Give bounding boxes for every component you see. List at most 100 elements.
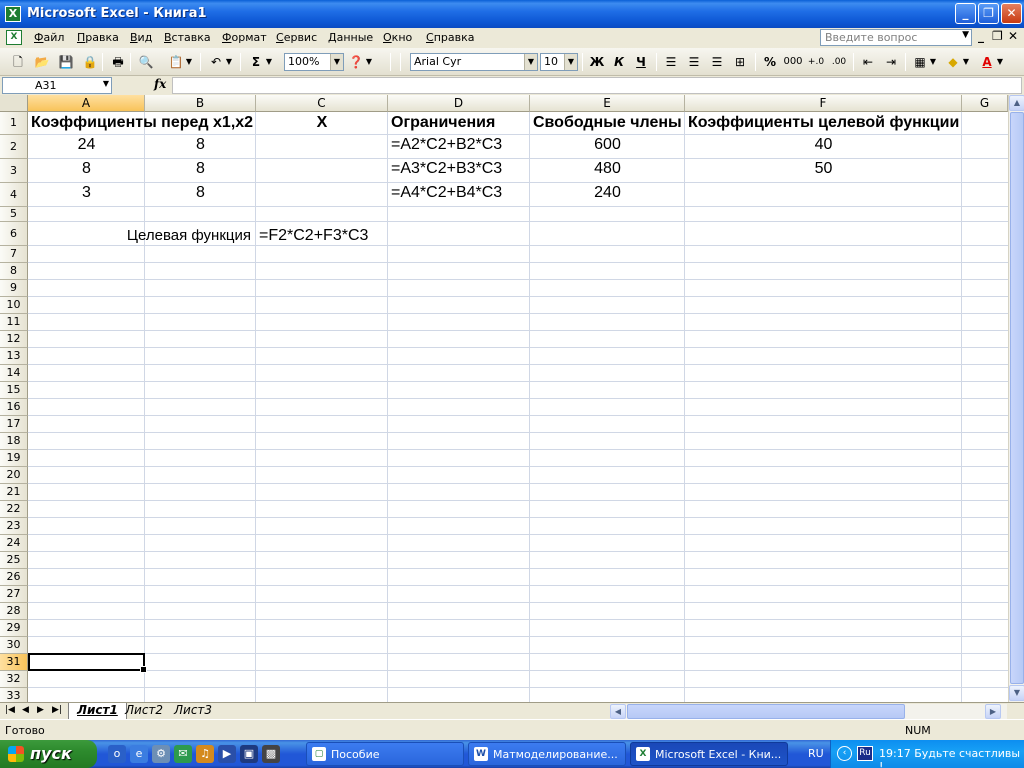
save-icon[interactable]: 💾 — [56, 52, 76, 72]
active-cell-selection[interactable] — [28, 653, 147, 673]
menu-file[interactable]: Файл — [34, 31, 64, 44]
outlook-icon[interactable]: o — [108, 745, 126, 763]
menu-data[interactable]: Данные — [328, 31, 373, 44]
task-posobie[interactable]: ▢ Пособие — [306, 742, 464, 766]
cell-b3[interactable]: 8 — [145, 159, 256, 179]
sheet-tab-2[interactable]: Лист2 — [117, 703, 171, 719]
cell-a3[interactable]: 8 — [28, 159, 145, 179]
row-header-23[interactable]: 23 — [0, 518, 28, 535]
row-header-6[interactable]: 6 — [0, 222, 28, 246]
sheet-tab-3[interactable]: Лист3 — [166, 703, 220, 719]
scroll-down-icon[interactable]: ▼ — [1009, 685, 1024, 701]
help-icon[interactable]: ❓ — [346, 52, 366, 72]
row-header-21[interactable]: 21 — [0, 484, 28, 501]
row-header-22[interactable]: 22 — [0, 501, 28, 518]
row-header-18[interactable]: 18 — [0, 433, 28, 450]
scroll-left-icon[interactable]: ◀ — [610, 704, 626, 719]
scroll-right-icon[interactable]: ▶ — [985, 704, 1001, 719]
font-size-select[interactable]: 10 ▼ — [540, 53, 578, 71]
name-box[interactable]: A31 ▼ — [2, 77, 112, 94]
menu-view[interactable]: Вид — [130, 31, 152, 44]
decrease-indent-icon[interactable]: ⇤ — [858, 52, 878, 72]
row-header-2[interactable]: 2 — [0, 135, 28, 159]
language-indicator[interactable]: RU — [808, 747, 824, 760]
row-header-9[interactable]: 9 — [0, 280, 28, 297]
chevron-down-icon[interactable]: ▼ — [264, 52, 274, 72]
row-header-26[interactable]: 26 — [0, 569, 28, 586]
chevron-down-icon[interactable]: ▼ — [961, 52, 971, 72]
comma-style-button[interactable]: 000 — [783, 52, 803, 72]
print-icon[interactable]: 🖶 — [108, 52, 128, 72]
messenger-icon[interactable]: ✉ — [174, 745, 192, 763]
decrease-decimal-icon[interactable]: .00 — [829, 52, 849, 72]
vertical-scrollbar[interactable]: ▲ ▼ — [1008, 95, 1024, 702]
cell-e1[interactable]: Свободные члены — [533, 113, 682, 133]
row-header-11[interactable]: 11 — [0, 314, 28, 331]
minimize-button[interactable]: _ — [955, 3, 976, 24]
menu-insert[interactable]: Вставка — [164, 31, 211, 44]
row-header-1[interactable]: 1 — [0, 112, 28, 135]
prev-sheet-icon[interactable]: ◀ — [22, 705, 29, 715]
undo-icon[interactable]: ↶ — [206, 52, 226, 72]
zoom-select[interactable]: 100% ▼ — [284, 53, 344, 71]
row-header-15[interactable]: 15 — [0, 382, 28, 399]
borders-icon[interactable]: ▦ — [910, 52, 930, 72]
cell-c6[interactable]: =F2*C2+F3*C3 — [259, 226, 368, 246]
font-color-icon[interactable]: A — [977, 52, 997, 72]
horizontal-scrollbar[interactable]: ◀ ▶ — [610, 704, 1007, 719]
row-header-31[interactable]: 31 — [0, 654, 28, 671]
chevron-down-icon[interactable]: ▼ — [995, 52, 1005, 72]
paste-icon[interactable]: 📋 — [166, 52, 186, 72]
row-header-33[interactable]: 33 — [0, 688, 28, 702]
font-select[interactable]: Arial Cyr ▼ — [410, 53, 538, 71]
column-header-d[interactable]: D — [388, 95, 530, 112]
doc-restore-button[interactable]: ❐ — [992, 29, 1003, 43]
task-excel[interactable]: X Microsoft Excel - Кни... — [630, 742, 788, 766]
merge-center-icon[interactable]: ⊞ — [730, 52, 750, 72]
permission-icon[interactable]: 🔒 — [80, 52, 100, 72]
increase-indent-icon[interactable]: ⇥ — [881, 52, 901, 72]
row-header-4[interactable]: 4 — [0, 183, 28, 207]
spreadsheet-grid[interactable]: A B C D E F G 1 2 3 4 5 6 7 8 9 10 11 12 13 14 15 16 17 1… — [0, 95, 1008, 702]
cell-a1[interactable]: Коэффициенты перед x1,x2 — [31, 113, 253, 133]
cell-a4[interactable]: 3 — [28, 183, 145, 203]
row-header-16[interactable]: 16 — [0, 399, 28, 416]
row-header-20[interactable]: 20 — [0, 467, 28, 484]
horizontal-scroll-thumb[interactable] — [627, 704, 905, 719]
increase-decimal-icon[interactable]: +.0 — [806, 52, 826, 72]
cell-a2[interactable]: 24 — [28, 135, 145, 155]
cell-d1[interactable]: Ограничения — [391, 113, 495, 133]
underline-button[interactable]: Ч — [631, 52, 651, 72]
row-header-13[interactable]: 13 — [0, 348, 28, 365]
workbook-icon[interactable]: X — [6, 30, 22, 45]
select-all-corner[interactable] — [0, 95, 28, 112]
media-icon[interactable]: ♫ — [196, 745, 214, 763]
column-header-g[interactable]: G — [962, 95, 1008, 112]
open-folder-icon[interactable]: 📂 — [32, 52, 52, 72]
menu-window[interactable]: Окно — [383, 31, 412, 44]
row-header-12[interactable]: 12 — [0, 331, 28, 348]
row-header-29[interactable]: 29 — [0, 620, 28, 637]
bold-button[interactable]: Ж — [587, 52, 607, 72]
cell-f2[interactable]: 40 — [685, 135, 962, 155]
row-header-8[interactable]: 8 — [0, 263, 28, 280]
row-header-24[interactable]: 24 — [0, 535, 28, 552]
player-icon[interactable]: ▶ — [218, 745, 236, 763]
scroll-up-icon[interactable]: ▲ — [1009, 95, 1024, 111]
cell-d4[interactable]: =A4*C2+B4*C3 — [391, 183, 502, 203]
chevron-down-icon[interactable]: ▼ — [184, 52, 194, 72]
keyboard-layout-icon[interactable]: Ru — [857, 746, 873, 761]
excel-app-icon[interactable]: X — [5, 6, 21, 22]
chevron-down-icon[interactable]: ▼ — [364, 52, 374, 72]
clock[interactable]: 19:17 Будьте счастливы ! — [879, 747, 1024, 768]
align-left-icon[interactable]: ☰ — [661, 52, 681, 72]
floppy-icon[interactable]: ▣ — [240, 745, 258, 763]
cell-f1[interactable]: Коэффициенты целевой функции — [688, 113, 959, 133]
row-header-5[interactable]: 5 — [0, 207, 28, 222]
column-header-c[interactable]: C — [256, 95, 388, 112]
chevron-down-icon[interactable]: ▼ — [524, 54, 537, 70]
cell-b4[interactable]: 8 — [145, 183, 256, 203]
start-button[interactable]: пуск — [0, 740, 97, 768]
chevron-down-icon[interactable]: ▼ — [103, 79, 109, 88]
menu-format[interactable]: Формат — [222, 31, 267, 44]
